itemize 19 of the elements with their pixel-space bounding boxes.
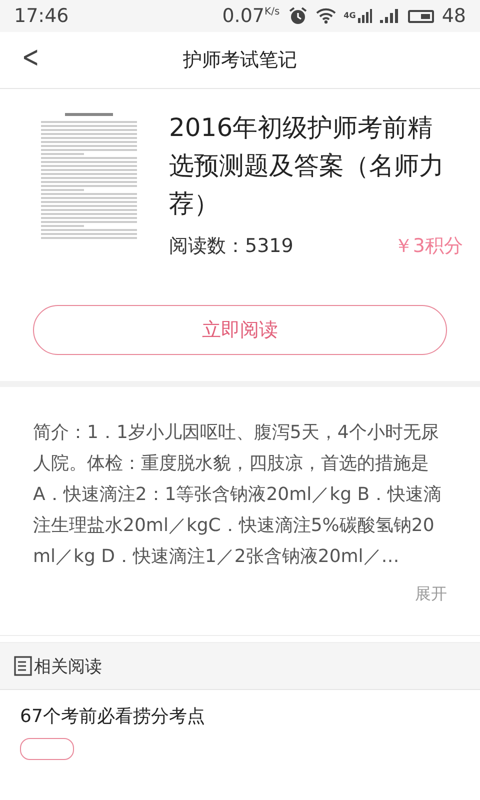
battery-percent: 48 [442,5,466,27]
price: ￥3积分 [394,234,463,259]
intro-text: 简介：1．1岁小儿因呕吐、腹泻5天，4个小时无尿人院。体检：重度脱水貌，四肢凉，首选的措施是A．快速滴注2：1等张含钠液20ml／kg B．快速滴注生理盐水20ml／kgC．快速滴注5%碳酸氢钠20ml／kg D．快速滴注1／2张含钠液20ml／… [33,421,443,569]
network-type: 4G [344,11,356,20]
page-title: 护师考试笔记 [183,48,297,73]
signal-icon [358,9,372,23]
article-title: 2016年初级护师考前精选预测题及答案（名师力荐） [169,112,445,220]
tag-outline [20,738,74,760]
related-item[interactable]: 67个考前必看捞分考点 [0,690,480,760]
back-button[interactable]: < [16,40,45,75]
related-heading: 相关阅读 [34,656,102,678]
status-time: 17:46 [14,5,69,27]
network-speed: 0.07$^{K/s}$ [222,5,280,27]
wifi-icon [316,8,336,24]
signal-icon [380,9,400,23]
read-count: 阅读数：5319 [169,234,294,259]
alarm-icon [288,6,308,26]
list-icon [14,656,32,676]
battery-icon [408,10,434,22]
